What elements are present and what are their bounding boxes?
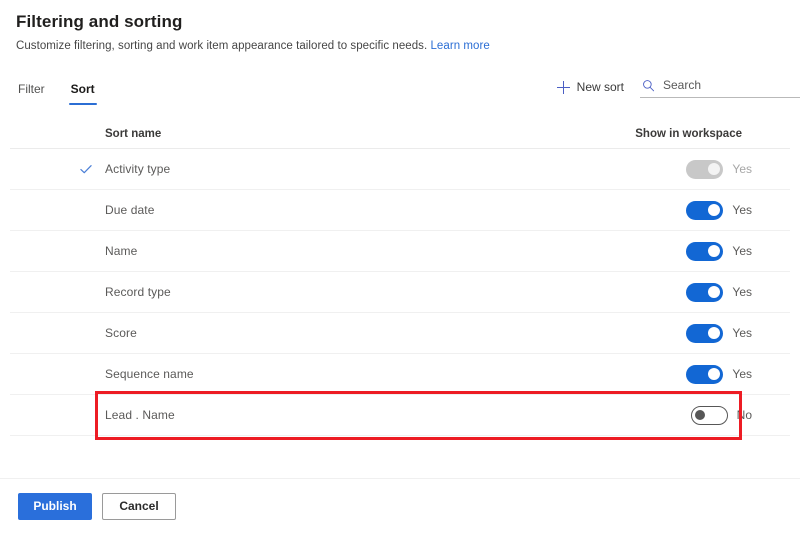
toggle-state-label: No (736, 408, 752, 422)
show-in-workspace-toggle (686, 159, 724, 179)
checkmark-icon (80, 165, 92, 174)
table-row[interactable]: Lead . Name No (10, 395, 790, 436)
column-header-show-in-workspace: Show in workspace (635, 128, 742, 140)
toggle-state-label: Yes (732, 203, 752, 217)
page-subtitle-text: Customize filtering, sorting and work it… (16, 40, 428, 52)
row-label: Name (105, 244, 138, 258)
tab-filter-label: Filter (18, 82, 45, 96)
page-title: Filtering and sorting (16, 12, 183, 31)
toggle-knob (707, 245, 720, 257)
toggle-state-label: Yes (732, 367, 752, 381)
row-toggle-cell: Yes (686, 200, 752, 220)
table-row[interactable]: Record type Yes (10, 272, 790, 313)
show-in-workspace-toggle[interactable] (686, 282, 724, 302)
new-sort-button[interactable]: New sort (556, 80, 624, 94)
row-label: Record type (105, 285, 171, 299)
table-row[interactable]: Activity type Yes (10, 149, 790, 190)
row-label: Activity type (105, 162, 171, 176)
toggle-knob (707, 368, 720, 380)
row-toggle-cell: Yes (686, 282, 752, 302)
search-input[interactable] (663, 78, 800, 92)
show-in-workspace-toggle[interactable] (686, 200, 724, 220)
table-row[interactable]: Name Yes (10, 231, 790, 272)
command-actions: New sort (556, 76, 800, 106)
sort-table: Sort name Show in workspace Activity typ… (0, 120, 800, 436)
tab-sort-label: Sort (70, 82, 95, 96)
row-toggle-cell: No (690, 405, 752, 425)
show-in-workspace-toggle[interactable] (690, 405, 728, 425)
show-in-workspace-toggle[interactable] (686, 364, 724, 384)
table-row[interactable]: Due date Yes (10, 190, 790, 231)
row-toggle-cell: Yes (686, 364, 752, 384)
row-label: Due date (105, 203, 155, 217)
show-in-workspace-toggle[interactable] (686, 323, 724, 343)
row-check-cell (10, 162, 105, 176)
toggle-knob (707, 204, 720, 216)
tab-filter[interactable]: Filter (16, 82, 47, 106)
page-header: Filtering and sorting Customize filterin… (0, 0, 800, 52)
command-bar: Filter Sort New sort (0, 68, 800, 106)
plus-icon (556, 80, 570, 94)
toggle-state-label: Yes (732, 162, 752, 176)
search-box[interactable] (640, 76, 800, 98)
column-header-sort-name: Sort name (105, 128, 162, 140)
toggle-knob (695, 410, 706, 420)
row-label: Lead . Name (105, 408, 175, 422)
table-body: Activity type Yes Due date Yes Name Yes Record… (10, 149, 790, 436)
tab-list: Filter Sort (16, 68, 97, 106)
row-toggle-cell: Yes (686, 241, 752, 261)
toggle-state-label: Yes (732, 285, 752, 299)
row-label: Score (105, 326, 137, 340)
toggle-knob (707, 327, 720, 339)
search-icon (643, 79, 655, 91)
table-header-row: Sort name Show in workspace (10, 120, 790, 149)
toggle-state-label: Yes (732, 326, 752, 340)
toggle-state-label: Yes (732, 244, 752, 258)
row-toggle-cell: Yes (686, 323, 752, 343)
toggle-knob (707, 286, 720, 298)
show-in-workspace-toggle[interactable] (686, 241, 724, 261)
toggle-knob (707, 163, 720, 175)
tab-sort[interactable]: Sort (68, 82, 97, 106)
table-row[interactable]: Score Yes (10, 313, 790, 354)
cancel-button[interactable]: Cancel (102, 492, 176, 520)
learn-more-link[interactable]: Learn more (430, 40, 489, 52)
page-subtitle: Customize filtering, sorting and work it… (16, 40, 784, 52)
publish-button[interactable]: Publish (18, 492, 92, 520)
row-toggle-cell: Yes (686, 159, 752, 179)
footer-actions: Publish Cancel (0, 478, 800, 534)
row-label: Sequence name (105, 367, 194, 381)
table-row[interactable]: Sequence name Yes (10, 354, 790, 395)
new-sort-label: New sort (576, 80, 624, 94)
